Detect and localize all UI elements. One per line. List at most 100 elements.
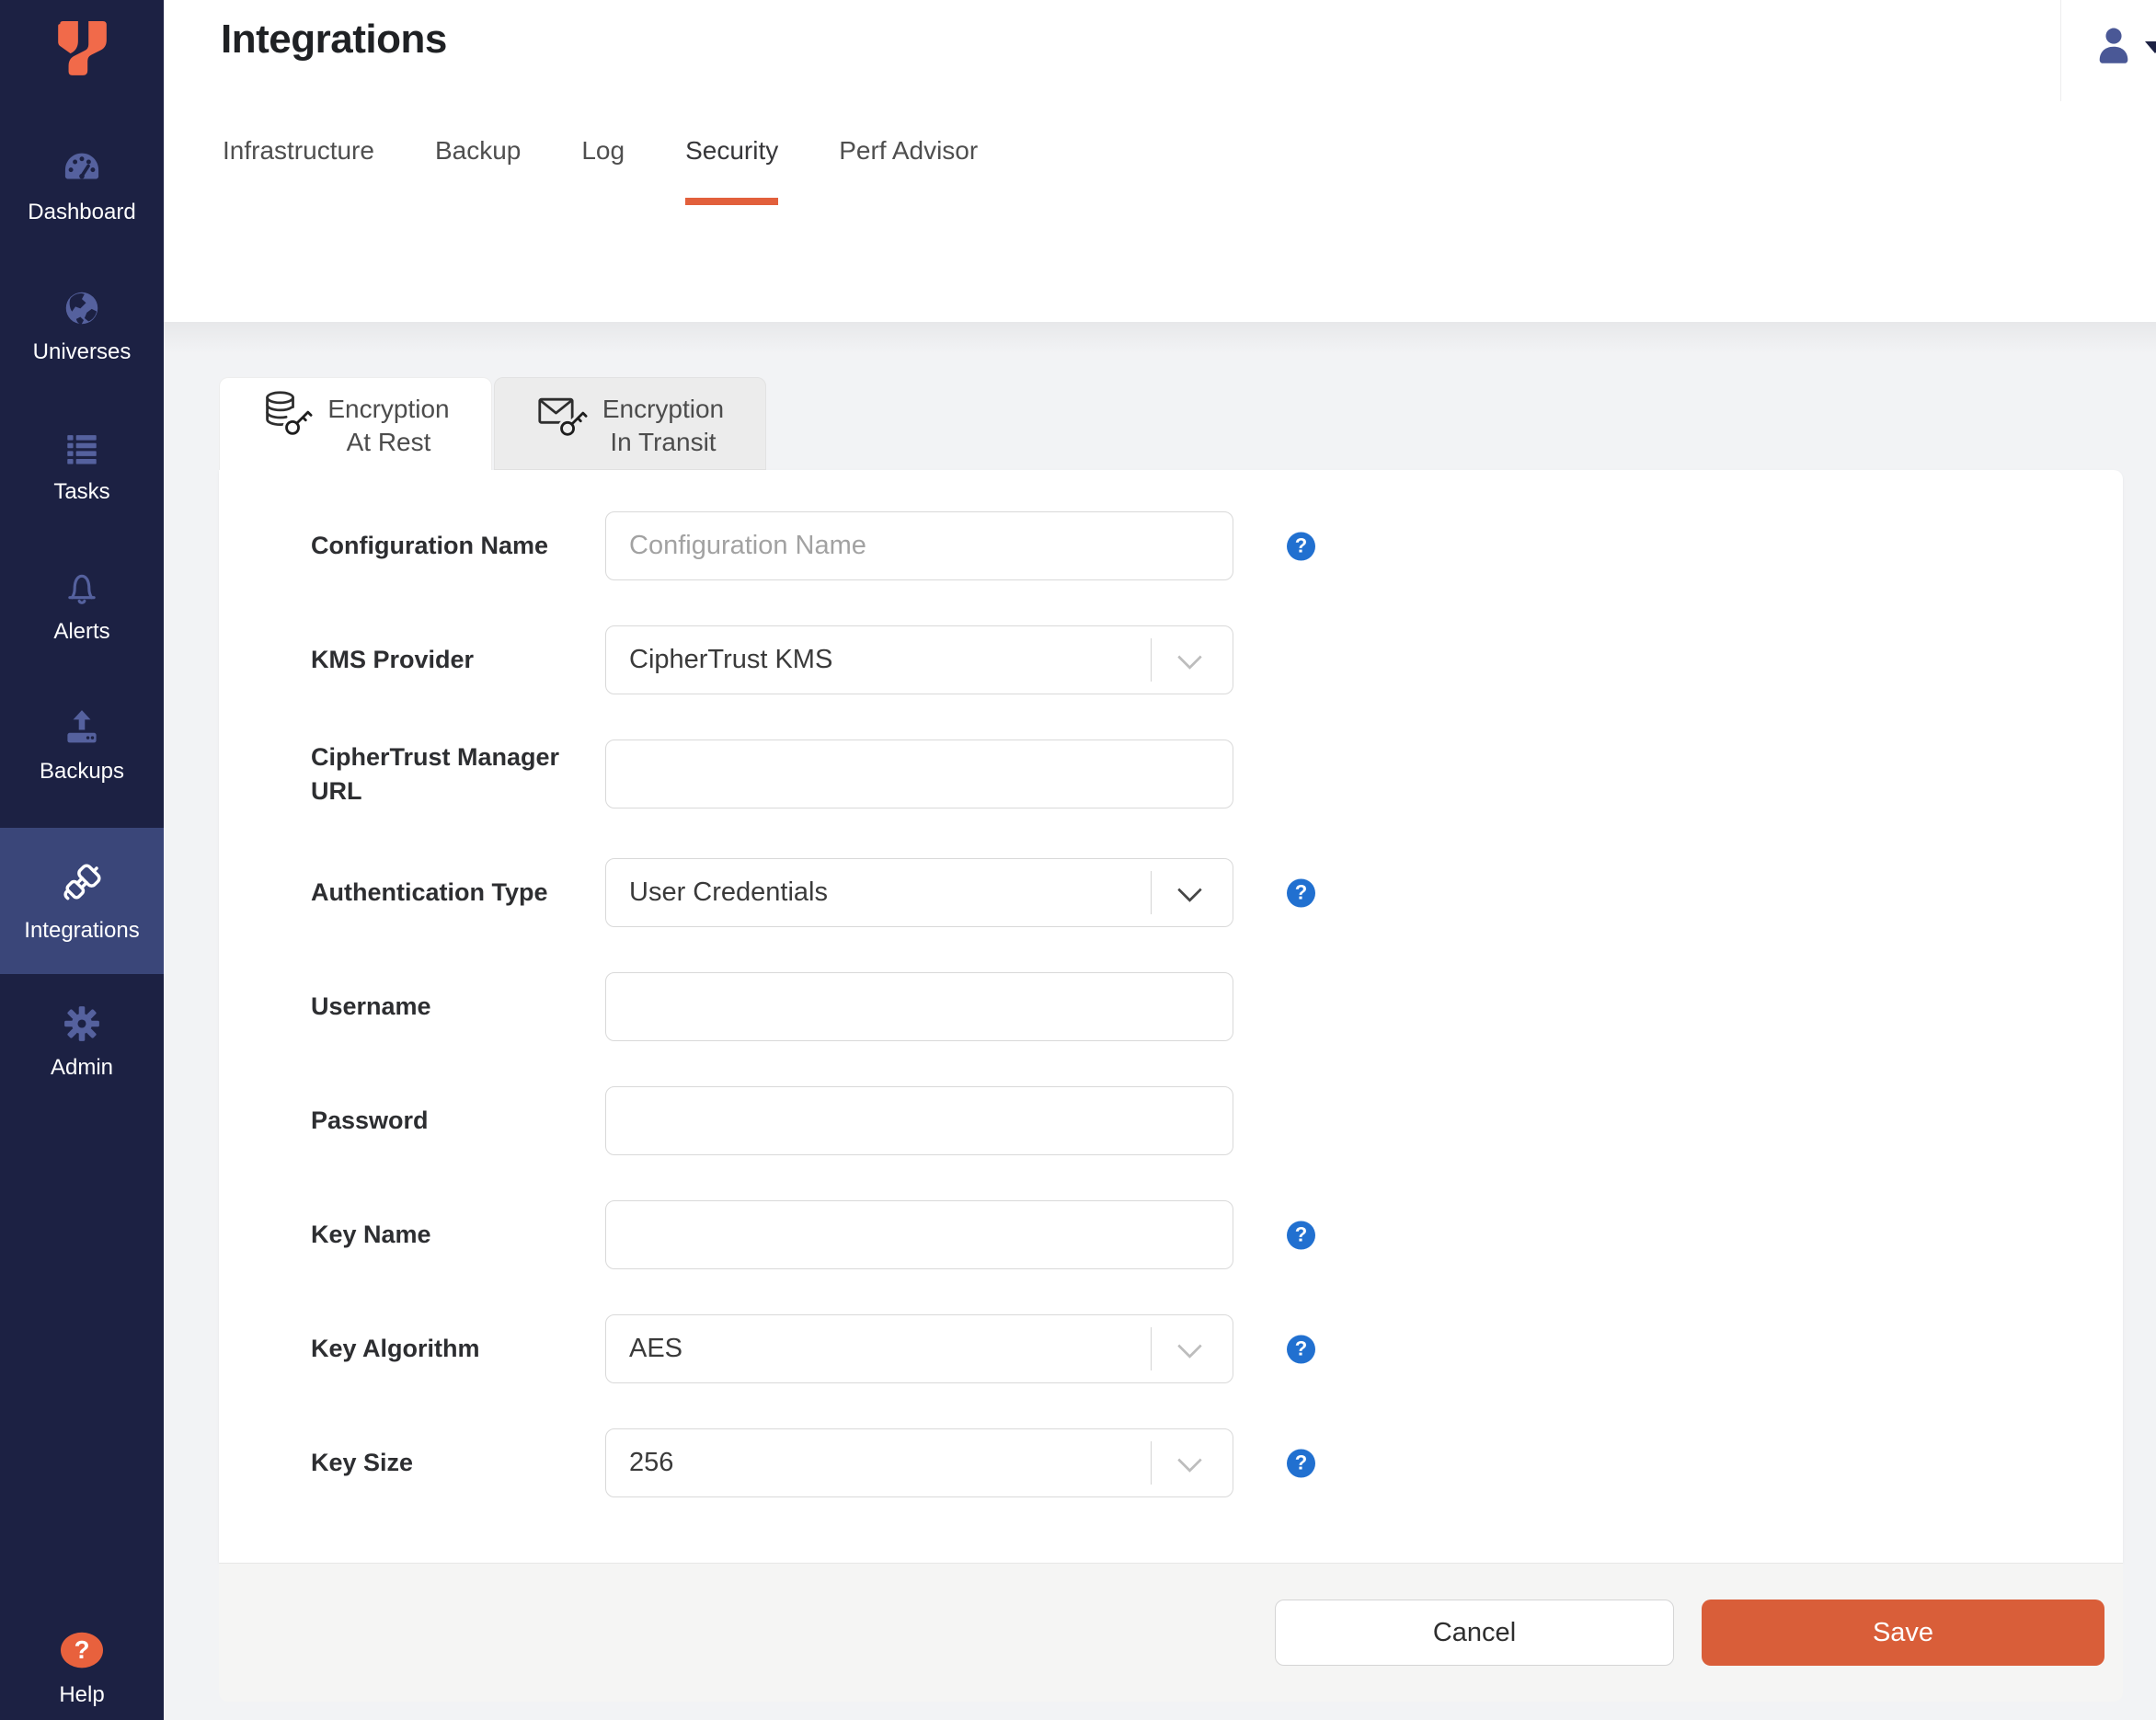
help-icon[interactable]: ? — [1287, 1335, 1315, 1363]
encryption-config-card: Encryption At Rest Encryption In Transit… — [219, 377, 2123, 1702]
tab-label-line2: In Transit — [610, 428, 717, 456]
username-input[interactable] — [605, 972, 1233, 1041]
tab-infrastructure[interactable]: Infrastructure — [223, 136, 374, 205]
username-label: Username — [311, 992, 431, 1020]
sidebar-item-universes[interactable]: Universes — [0, 287, 164, 365]
form-row-password: Password — [219, 1086, 2123, 1155]
form-row-authentication-type: Authentication Type User Credentials ? — [219, 858, 2123, 927]
help-icon[interactable]: ? — [1287, 532, 1315, 560]
password-label: Password — [311, 1107, 429, 1134]
dashboard-icon — [61, 147, 103, 189]
tab-encryption-at-rest[interactable]: Encryption At Rest — [219, 377, 492, 470]
configuration-name-input[interactable] — [605, 511, 1233, 580]
sidebar-item-label: Universes — [32, 339, 132, 364]
sidebar-item-label: Dashboard — [28, 200, 136, 224]
sidebar-item-tasks[interactable]: Tasks — [0, 429, 164, 505]
field-wrap — [605, 1086, 1233, 1155]
tab-backup[interactable]: Backup — [435, 136, 521, 205]
section-tabs: Infrastructure Backup Log Security Perf Advi… — [223, 136, 978, 205]
tab-log[interactable]: Log — [581, 136, 625, 205]
sidebar-item-label: Backups — [39, 759, 125, 784]
key-algorithm-label: Key Algorithm — [311, 1335, 480, 1362]
field-wrap — [605, 740, 1233, 808]
select-divider — [1151, 638, 1152, 682]
field-wrap: CipherTrust KMS — [605, 625, 1233, 694]
tab-encryption-in-transit[interactable]: Encryption In Transit — [494, 377, 766, 470]
selected-value: User Credentials — [629, 877, 828, 907]
field-wrap — [605, 1200, 1233, 1269]
password-input[interactable] — [605, 1086, 1233, 1155]
page-header: Integrations Infrastructure Backup Log Secu… — [164, 0, 2156, 322]
form-row-key-size: Key Size 256 ? — [219, 1428, 2123, 1497]
ciphertrust-manager-url-input[interactable] — [605, 740, 1233, 808]
tab-perf-advisor[interactable]: Perf Advisor — [839, 136, 978, 205]
yugabyte-logo-icon[interactable] — [50, 20, 114, 84]
sidebar-item-alerts[interactable]: Alerts — [0, 567, 164, 645]
sidebar-item-integrations[interactable]: Integrations — [0, 828, 164, 974]
tab-label-line1: Encryption — [602, 395, 725, 423]
ciphertrust-manager-url-label: CipherTrust Manager URL — [311, 742, 560, 805]
kms-provider-label: KMS Provider — [311, 646, 475, 673]
app-window: Dashboard Universes Tasks Alerts Backups Inte… — [0, 0, 2156, 1720]
universes-icon — [61, 287, 103, 329]
tab-label-line1: Encryption — [327, 395, 450, 423]
selected-value: CipherTrust KMS — [629, 645, 833, 674]
key-size-select[interactable]: 256 — [605, 1428, 1233, 1497]
select-divider — [1151, 1327, 1152, 1370]
sidebar-item-help[interactable]: ? Help — [0, 1630, 164, 1708]
sidebar-item-admin[interactable]: Admin — [0, 1003, 164, 1081]
form-body: Configuration Name? KMS Provider CipherTr… — [219, 470, 2123, 1563]
admin-icon — [61, 1003, 103, 1045]
chevron-down-icon — [1177, 1447, 1202, 1473]
field-wrap: User Credentials — [605, 858, 1233, 927]
save-button[interactable]: Save — [1702, 1600, 2104, 1666]
key-algorithm-select[interactable]: AES — [605, 1314, 1233, 1383]
configuration-name-label: Configuration Name — [311, 532, 549, 559]
user-menu[interactable] — [2097, 26, 2156, 69]
help-icon[interactable]: ? — [1287, 878, 1315, 907]
chevron-down-icon — [1177, 644, 1202, 670]
help-icon[interactable]: ? — [1287, 1449, 1315, 1477]
mail-key-icon — [536, 389, 588, 469]
selected-value: AES — [629, 1334, 683, 1363]
select-divider — [1151, 1441, 1152, 1485]
field-wrap: AES — [605, 1314, 1233, 1383]
form-row-kms-provider: KMS Provider CipherTrust KMS — [219, 625, 2123, 694]
sidebar-item-backups[interactable]: Backups — [0, 706, 164, 785]
header-divider — [2060, 0, 2061, 101]
field-wrap — [605, 511, 1233, 580]
field-wrap — [605, 972, 1233, 1041]
sidebar: Dashboard Universes Tasks Alerts Backups Inte… — [0, 0, 164, 1720]
tab-label-line2: At Rest — [346, 428, 431, 456]
authentication-type-label: Authentication Type — [311, 878, 548, 906]
chevron-down-icon — [2145, 41, 2156, 53]
key-size-label: Key Size — [311, 1449, 414, 1476]
sidebar-item-label: Help — [59, 1682, 105, 1707]
authentication-type-select[interactable]: User Credentials — [605, 858, 1233, 927]
tasks-icon — [62, 429, 102, 469]
chevron-down-icon — [1177, 877, 1202, 902]
selected-value: 256 — [629, 1448, 674, 1477]
content-area: Encryption At Rest Encryption In Transit… — [164, 322, 2156, 1720]
form-row-configuration-name: Configuration Name? — [219, 511, 2123, 580]
help-icon: ? — [58, 1630, 106, 1672]
sidebar-item-label: Admin — [50, 1055, 114, 1080]
form-row-key-algorithm: Key Algorithm AES ? — [219, 1314, 2123, 1383]
database-key-icon — [261, 389, 313, 470]
sidebar-item-label: Tasks — [53, 479, 110, 504]
key-name-input[interactable] — [605, 1200, 1233, 1269]
form-row-ciphertrust-manager-url: CipherTrust Manager URL — [219, 740, 2123, 808]
sidebar-item-dashboard[interactable]: Dashboard — [0, 147, 164, 225]
user-icon — [2097, 26, 2130, 69]
alerts-icon — [61, 567, 103, 609]
kms-provider-select[interactable]: CipherTrust KMS — [605, 625, 1233, 694]
backups-icon — [61, 706, 103, 749]
sidebar-item-label: Alerts — [53, 619, 110, 644]
help-icon[interactable]: ? — [1287, 1221, 1315, 1249]
form-row-key-name: Key Name? — [219, 1200, 2123, 1269]
integrations-icon — [57, 858, 107, 908]
tab-security[interactable]: Security — [685, 136, 779, 205]
sidebar-item-label: Integrations — [24, 918, 140, 943]
cancel-button[interactable]: Cancel — [1275, 1600, 1674, 1666]
select-divider — [1151, 871, 1152, 914]
